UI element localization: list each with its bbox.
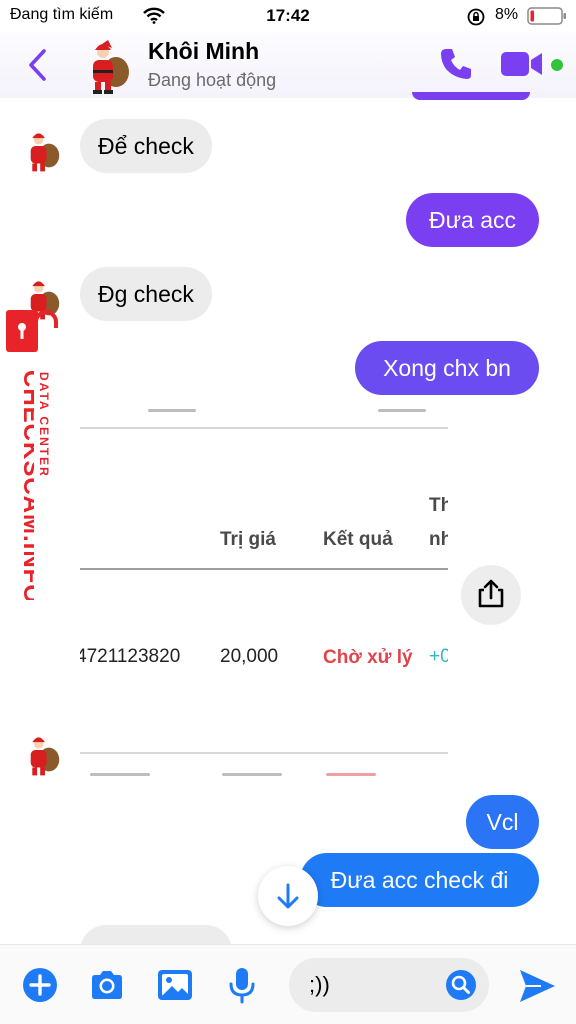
gallery-button[interactable]: [155, 965, 195, 1005]
share-button[interactable]: [461, 565, 521, 625]
column-header-extra: Th: [429, 495, 448, 516]
message-composer: ;)): [0, 944, 576, 1024]
message-input[interactable]: ;)): [289, 958, 489, 1012]
table-divider: [80, 427, 448, 429]
cropped-text: [148, 409, 196, 412]
voice-call-button[interactable]: [438, 46, 474, 82]
table-divider: [80, 752, 448, 754]
more-actions-button[interactable]: [20, 965, 60, 1005]
cropped-text: [222, 773, 282, 776]
message-bubble[interactable]: Vcl: [466, 795, 539, 849]
message-bubble[interactable]: Đưa acc: [406, 193, 539, 247]
message-bubble[interactable]: Đg check: [80, 267, 212, 321]
chevron-left-icon: [29, 49, 46, 81]
search-icon[interactable]: [445, 969, 477, 1001]
previous-message-bubble: [412, 92, 530, 100]
cropped-text: [90, 773, 150, 776]
column-header-result: Kết quả: [323, 529, 393, 550]
watermark-site-text: CHECKSCAM.INFO: [18, 370, 34, 600]
camera-icon: [92, 971, 122, 999]
battery-icon: [527, 7, 567, 30]
contact-name: Khôi Minh: [148, 38, 260, 64]
back-button[interactable]: [24, 48, 54, 82]
microphone-icon: [229, 968, 255, 1004]
chat-header: Khôi Minh Đang hoạt động: [0, 32, 576, 98]
column-header-extra-2: nh: [429, 529, 448, 550]
column-header-value: Trị giá: [220, 529, 276, 550]
video-camera-icon: [501, 52, 542, 76]
image-icon: [158, 970, 192, 1000]
contact-status: Đang hoạt động: [148, 70, 277, 90]
watermark-subtitle-text: DATA CENTER: [37, 372, 51, 478]
camera-button[interactable]: [87, 965, 127, 1005]
table-divider: [80, 568, 448, 570]
table-cell-code: 4721123820: [80, 646, 181, 667]
cropped-text: [378, 409, 426, 412]
watermark: CHECKSCAM.INFO DATA CENTER: [0, 310, 66, 600]
plus-circle-icon: [23, 968, 57, 1002]
message-bubble[interactable]: Để check: [80, 119, 212, 173]
sender-avatar[interactable]: [22, 731, 60, 777]
table-cell-extra: +0: [429, 646, 448, 667]
orientation-lock-icon: [466, 7, 486, 32]
voice-message-button[interactable]: [222, 965, 262, 1005]
send-icon: [520, 970, 555, 1002]
status-bar: Đang tìm kiếm 17:42 8%: [0, 0, 576, 32]
video-call-button[interactable]: [500, 48, 546, 80]
table-cell-result: Chờ xử lý: [323, 647, 413, 668]
scroll-to-bottom-button[interactable]: [258, 866, 318, 926]
cropped-text: [326, 773, 376, 776]
message-input-value: ;)): [309, 972, 330, 997]
contact-avatar[interactable]: [82, 36, 130, 94]
battery-percent: 8%: [495, 6, 519, 23]
arrow-down-icon: [277, 883, 299, 909]
online-indicator: [550, 58, 564, 72]
message-bubble[interactable]: Đưa acc check đi: [300, 853, 539, 907]
shared-image[interactable]: Trị giá Kết quả Th nh 4721123820 20,000 …: [80, 395, 448, 780]
clock: 17:42: [266, 6, 310, 25]
lock-icon: [6, 310, 58, 352]
send-button[interactable]: [517, 967, 557, 1005]
sender-avatar[interactable]: [22, 127, 60, 173]
table-cell-value: 20,000: [220, 646, 279, 667]
phone-icon: [441, 49, 471, 79]
svg-text:DATA CENTER: DATA CENTER: [37, 372, 51, 478]
share-icon: [478, 579, 504, 608]
message-bubble[interactable]: Xong chx bn: [355, 341, 539, 395]
